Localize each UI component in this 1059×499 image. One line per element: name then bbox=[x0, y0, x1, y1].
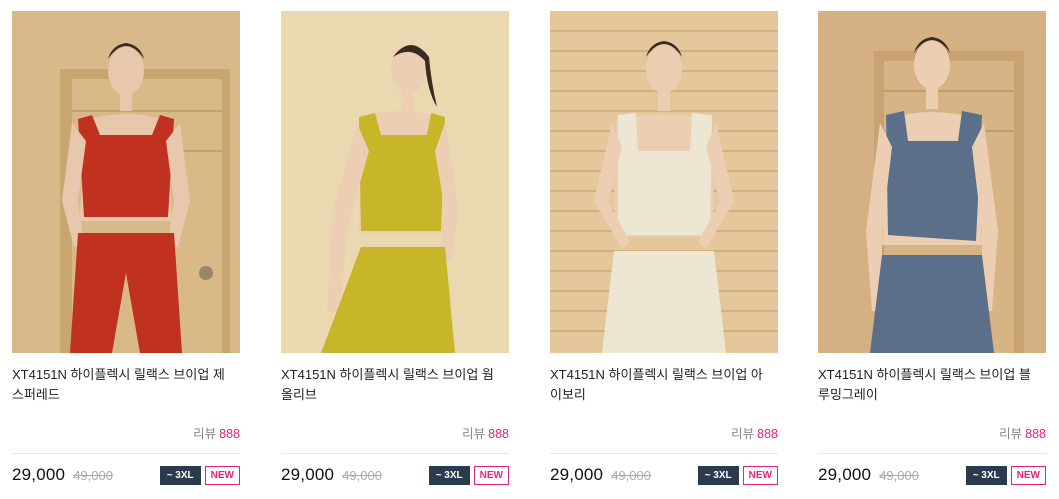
badges: ~ 3XL NEW bbox=[697, 465, 778, 485]
divider bbox=[550, 453, 778, 454]
size-badge: ~ 3XL bbox=[965, 465, 1007, 485]
size-badge: ~ 3XL bbox=[697, 465, 739, 485]
badges: ~ 3XL NEW bbox=[159, 465, 240, 485]
review-number: 888 bbox=[488, 427, 509, 441]
divider bbox=[12, 453, 240, 454]
divider bbox=[818, 453, 1046, 454]
review-count: 리뷰 888 bbox=[193, 423, 240, 442]
sale-price: 29,000 bbox=[818, 465, 872, 484]
review-count: 리뷰 888 bbox=[462, 423, 509, 442]
price-row: 29,000 49,000 ~ 3XL NEW bbox=[550, 463, 778, 487]
badges: ~ 3XL NEW bbox=[428, 465, 509, 485]
sale-price: 29,000 bbox=[550, 465, 604, 484]
product-card[interactable]: XT4151N 하이플렉시 릴랙스 브이업 아이보리 리뷰 888 29,000 … bbox=[550, 11, 778, 499]
new-badge: NEW bbox=[1010, 465, 1046, 485]
product-image[interactable] bbox=[281, 11, 509, 353]
product-image[interactable] bbox=[12, 11, 240, 353]
product-grid: XT4151N 하이플렉시 릴랙스 브이업 제스퍼레드 리뷰 888 29,000… bbox=[0, 0, 1059, 499]
review-count: 리뷰 888 bbox=[999, 423, 1046, 442]
price-row: 29,000 49,000 ~ 3XL NEW bbox=[281, 463, 509, 487]
badges: ~ 3XL NEW bbox=[965, 465, 1046, 485]
review-label: 리뷰 bbox=[731, 427, 755, 441]
product-name[interactable]: XT4151N 하이플렉시 릴랙스 브이업 제스퍼레드 bbox=[12, 365, 240, 407]
review-number: 888 bbox=[757, 427, 778, 441]
size-badge: ~ 3XL bbox=[159, 465, 201, 485]
product-image[interactable] bbox=[550, 11, 778, 353]
new-badge: NEW bbox=[204, 465, 240, 485]
new-badge: NEW bbox=[473, 465, 509, 485]
sale-price: 29,000 bbox=[12, 465, 66, 484]
price-row: 29,000 49,000 ~ 3XL NEW bbox=[818, 463, 1046, 487]
original-price: 49,000 bbox=[342, 467, 382, 483]
product-card[interactable]: XT4151N 하이플렉시 릴랙스 브이업 웜올리브 리뷰 888 29,000 … bbox=[281, 11, 509, 499]
size-badge: ~ 3XL bbox=[428, 465, 470, 485]
product-name[interactable]: XT4151N 하이플렉시 릴랙스 브이업 웜올리브 bbox=[281, 365, 509, 407]
product-name[interactable]: XT4151N 하이플렉시 릴랙스 브이업 블루밍그레이 bbox=[818, 365, 1046, 407]
review-number: 888 bbox=[219, 427, 240, 441]
price-row: 29,000 49,000 ~ 3XL NEW bbox=[12, 463, 240, 487]
original-price: 49,000 bbox=[611, 467, 651, 483]
sale-price: 29,000 bbox=[281, 465, 335, 484]
product-card[interactable]: XT4151N 하이플렉시 릴랙스 브이업 블루밍그레이 리뷰 888 29,00… bbox=[818, 11, 1046, 499]
original-price: 49,000 bbox=[879, 467, 919, 483]
review-label: 리뷰 bbox=[462, 427, 486, 441]
product-name[interactable]: XT4151N 하이플렉시 릴랙스 브이업 아이보리 bbox=[550, 365, 778, 407]
product-image[interactable] bbox=[818, 11, 1046, 353]
divider bbox=[281, 453, 509, 454]
review-label: 리뷰 bbox=[193, 427, 217, 441]
product-card[interactable]: XT4151N 하이플렉시 릴랙스 브이업 제스퍼레드 리뷰 888 29,000… bbox=[12, 11, 240, 499]
new-badge: NEW bbox=[742, 465, 778, 485]
review-number: 888 bbox=[1025, 427, 1046, 441]
original-price: 49,000 bbox=[73, 467, 113, 483]
review-count: 리뷰 888 bbox=[731, 423, 778, 442]
review-label: 리뷰 bbox=[999, 427, 1023, 441]
